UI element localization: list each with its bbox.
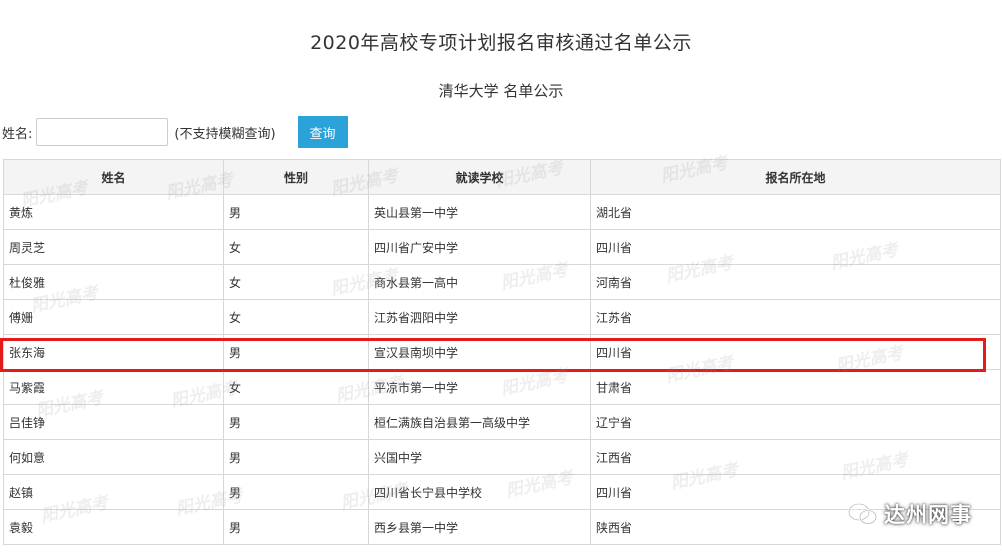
column-header-school: 就读学校 [368, 159, 591, 195]
cell-school: 英山县第一中学 [368, 194, 591, 230]
name-search-input[interactable] [36, 118, 169, 146]
results-table: 姓名 性别 就读学校 报名所在地 黄炼 男 英山县第一中学 湖北省 周灵芝 女 … [3, 159, 1001, 545]
cell-name: 何如意 [3, 439, 224, 475]
cell-school: 宣汉县南坝中学 [368, 334, 591, 370]
table-row: 吕佳铮 男 桓仁满族自治县第一高级中学 辽宁省 [3, 404, 1001, 440]
cell-gender: 女 [223, 264, 369, 300]
cell-location: 江西省 [590, 439, 1001, 475]
search-button[interactable]: 查询 [297, 116, 348, 148]
cell-school: 四川省长宁县中学校 [368, 474, 591, 510]
cell-gender: 男 [223, 194, 369, 230]
cell-gender: 男 [223, 474, 369, 510]
wechat-icon [848, 503, 877, 525]
column-header-location: 报名所在地 [590, 159, 1001, 195]
table-header-row: 姓名 性别 就读学校 报名所在地 [3, 159, 1001, 195]
cell-school: 商水县第一高中 [368, 264, 591, 300]
table-row: 黄炼 男 英山县第一中学 湖北省 [3, 194, 1001, 230]
table-row: 周灵芝 女 四川省广安中学 四川省 [3, 229, 1001, 265]
cell-name: 马紫霞 [3, 369, 224, 405]
cell-school: 四川省广安中学 [368, 229, 591, 265]
search-label: 姓名: [2, 126, 33, 142]
search-hint: (不支持模糊查询) [174, 126, 276, 142]
cell-gender: 男 [223, 334, 369, 370]
table-row: 马紫霞 女 平凉市第一中学 甘肃省 [3, 369, 1001, 405]
cell-location: 辽宁省 [590, 404, 1001, 440]
page: 2020年高校专项计划报名审核通过名单公示 清华大学 名单公示 姓名: (不支持… [0, 0, 1002, 557]
cell-location: 江苏省 [590, 299, 1001, 335]
cell-school: 西乡县第一中学 [368, 509, 591, 545]
cell-gender: 女 [223, 299, 369, 335]
cell-gender: 女 [223, 229, 369, 265]
cell-name: 张东海 [3, 334, 224, 370]
cell-gender: 男 [223, 509, 369, 545]
cell-name: 周灵芝 [3, 229, 224, 265]
cell-location: 河南省 [590, 264, 1001, 300]
cell-gender: 女 [223, 369, 369, 405]
cell-gender: 男 [223, 404, 369, 440]
table-row: 何如意 男 兴国中学 江西省 [3, 439, 1001, 475]
cell-location: 四川省 [590, 334, 1001, 370]
cell-school: 平凉市第一中学 [368, 369, 591, 405]
cell-name: 吕佳铮 [3, 404, 224, 440]
cell-location: 甘肃省 [590, 369, 1001, 405]
search-bar: 姓名: (不支持模糊查询) 查询 [0, 116, 348, 148]
cell-name: 傅姗 [3, 299, 224, 335]
cell-name: 赵镇 [3, 474, 224, 510]
cell-location: 湖北省 [590, 194, 1001, 230]
cell-name: 袁毅 [3, 509, 224, 545]
table-row-highlighted: 张东海 男 宣汉县南坝中学 四川省 [3, 334, 1001, 370]
brand-text: 达州网事 [884, 503, 972, 527]
cell-school: 江苏省泗阳中学 [368, 299, 591, 335]
cell-location: 四川省 [590, 229, 1001, 265]
column-header-gender: 性别 [223, 159, 369, 195]
page-subtitle: 清华大学 名单公示 [438, 82, 564, 100]
column-header-name: 姓名 [3, 159, 224, 195]
cell-name: 黄炼 [3, 194, 224, 230]
table-row: 傅姗 女 江苏省泗阳中学 江苏省 [3, 299, 1001, 335]
cell-school: 兴国中学 [368, 439, 591, 475]
table-row: 杜俊雅 女 商水县第一高中 河南省 [3, 264, 1001, 300]
cell-name: 杜俊雅 [3, 264, 224, 300]
cell-school: 桓仁满族自治县第一高级中学 [368, 404, 591, 440]
page-title: 2020年高校专项计划报名审核通过名单公示 [310, 32, 692, 54]
cell-gender: 男 [223, 439, 369, 475]
brand-watermark: 达州网事 [848, 499, 972, 529]
